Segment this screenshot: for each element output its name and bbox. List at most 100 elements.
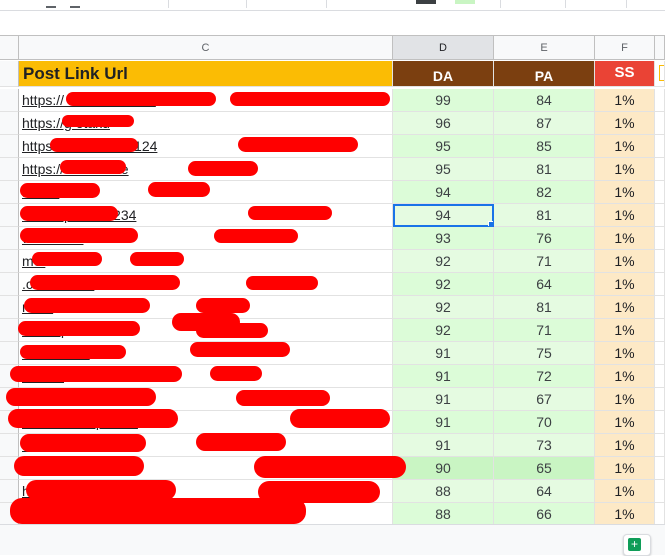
pa-cell[interactable]: 67: [494, 388, 595, 411]
da-cell[interactable]: 92: [393, 250, 494, 273]
next-column-cell[interactable]: [655, 388, 665, 411]
next-column-cell[interactable]: [655, 434, 665, 457]
ss-cell[interactable]: 1%: [595, 89, 655, 112]
da-cell[interactable]: 95: [393, 158, 494, 181]
pa-cell[interactable]: 70: [494, 411, 595, 434]
ss-cell[interactable]: 1%: [595, 457, 655, 480]
formula-bar[interactable]: [0, 11, 665, 36]
row-number[interactable]: [0, 204, 19, 227]
header-pa[interactable]: PA: [494, 61, 595, 87]
column-header-e[interactable]: E: [494, 36, 595, 60]
da-cell[interactable]: 94: [393, 204, 494, 227]
ss-cell[interactable]: 1%: [595, 434, 655, 457]
next-column-cell[interactable]: [655, 250, 665, 273]
pa-cell[interactable]: 64: [494, 273, 595, 296]
pa-cell[interactable]: 71: [494, 319, 595, 342]
select-all-corner[interactable]: [0, 36, 19, 60]
row-number[interactable]: [0, 250, 19, 273]
da-cell[interactable]: 93: [393, 227, 494, 250]
row-number[interactable]: [0, 158, 19, 181]
row-number[interactable]: [0, 61, 19, 87]
next-column-cell[interactable]: [655, 112, 665, 135]
column-header-c[interactable]: C: [19, 36, 393, 60]
pa-cell[interactable]: 65: [494, 457, 595, 480]
next-column-cell[interactable]: [655, 181, 665, 204]
pa-cell[interactable]: 76: [494, 227, 595, 250]
row-number[interactable]: [0, 296, 19, 319]
next-column-cell[interactable]: [655, 273, 665, 296]
row-number[interactable]: [0, 434, 19, 457]
pa-cell[interactable]: 72: [494, 365, 595, 388]
da-cell[interactable]: 94: [393, 181, 494, 204]
header-da[interactable]: DA: [393, 61, 494, 87]
ss-cell[interactable]: 1%: [595, 503, 655, 526]
da-cell[interactable]: 88: [393, 503, 494, 526]
pa-cell[interactable]: 81: [494, 296, 595, 319]
ss-cell[interactable]: 1%: [595, 342, 655, 365]
pa-cell[interactable]: 73: [494, 434, 595, 457]
da-cell[interactable]: 99: [393, 89, 494, 112]
next-column-cell[interactable]: [655, 480, 665, 503]
pa-cell[interactable]: 81: [494, 158, 595, 181]
ss-cell[interactable]: 1%: [595, 296, 655, 319]
explore-button[interactable]: +: [623, 534, 651, 556]
next-column-cell[interactable]: [655, 296, 665, 319]
da-cell[interactable]: 95: [393, 135, 494, 158]
next-column-cell[interactable]: [655, 158, 665, 181]
da-cell[interactable]: 92: [393, 273, 494, 296]
text-color-icon[interactable]: [416, 0, 436, 4]
pa-cell[interactable]: 71: [494, 250, 595, 273]
ss-cell[interactable]: 1%: [595, 273, 655, 296]
next-column-cell[interactable]: [655, 365, 665, 388]
next-column-cell[interactable]: [655, 135, 665, 158]
da-cell[interactable]: 92: [393, 319, 494, 342]
pa-cell[interactable]: 85: [494, 135, 595, 158]
da-cell[interactable]: 91: [393, 411, 494, 434]
ss-cell[interactable]: 1%: [595, 388, 655, 411]
header-next-column[interactable]: [655, 61, 665, 87]
ss-cell[interactable]: 1%: [595, 480, 655, 503]
next-column-cell[interactable]: [655, 457, 665, 480]
ss-cell[interactable]: 1%: [595, 250, 655, 273]
column-header-d[interactable]: D: [393, 36, 494, 60]
pa-cell[interactable]: 81: [494, 204, 595, 227]
ss-cell[interactable]: 1%: [595, 227, 655, 250]
ss-cell[interactable]: 1%: [595, 204, 655, 227]
header-post-link-url[interactable]: Post Link Url: [19, 61, 393, 87]
ss-cell[interactable]: 1%: [595, 181, 655, 204]
ss-cell[interactable]: 1%: [595, 319, 655, 342]
ss-cell[interactable]: 1%: [595, 365, 655, 388]
da-cell[interactable]: 96: [393, 112, 494, 135]
row-number[interactable]: [0, 135, 19, 158]
da-cell[interactable]: 91: [393, 365, 494, 388]
column-header-g[interactable]: [655, 36, 665, 60]
pa-cell[interactable]: 84: [494, 89, 595, 112]
pa-cell[interactable]: 66: [494, 503, 595, 526]
row-number[interactable]: [0, 227, 19, 250]
next-column-cell[interactable]: [655, 89, 665, 112]
ss-cell[interactable]: 1%: [595, 112, 655, 135]
next-column-cell[interactable]: [655, 411, 665, 434]
next-column-cell[interactable]: [655, 503, 665, 526]
ss-cell[interactable]: 1%: [595, 158, 655, 181]
pa-cell[interactable]: 75: [494, 342, 595, 365]
header-ss[interactable]: SS: [595, 61, 655, 87]
next-column-cell[interactable]: [655, 204, 665, 227]
pa-cell[interactable]: 64: [494, 480, 595, 503]
undo-icon[interactable]: [46, 0, 56, 8]
da-cell[interactable]: 91: [393, 342, 494, 365]
pa-cell[interactable]: 82: [494, 181, 595, 204]
da-cell[interactable]: 91: [393, 388, 494, 411]
row-number[interactable]: [0, 89, 19, 112]
da-cell[interactable]: 92: [393, 296, 494, 319]
column-header-f[interactable]: F: [595, 36, 655, 60]
da-cell[interactable]: 88: [393, 480, 494, 503]
ss-cell[interactable]: 1%: [595, 135, 655, 158]
da-cell[interactable]: 90: [393, 457, 494, 480]
row-number[interactable]: [0, 342, 19, 365]
redo-icon[interactable]: [70, 0, 80, 8]
row-number[interactable]: [0, 273, 19, 296]
row-number[interactable]: [0, 181, 19, 204]
next-column-cell[interactable]: [655, 227, 665, 250]
row-number[interactable]: [0, 319, 19, 342]
